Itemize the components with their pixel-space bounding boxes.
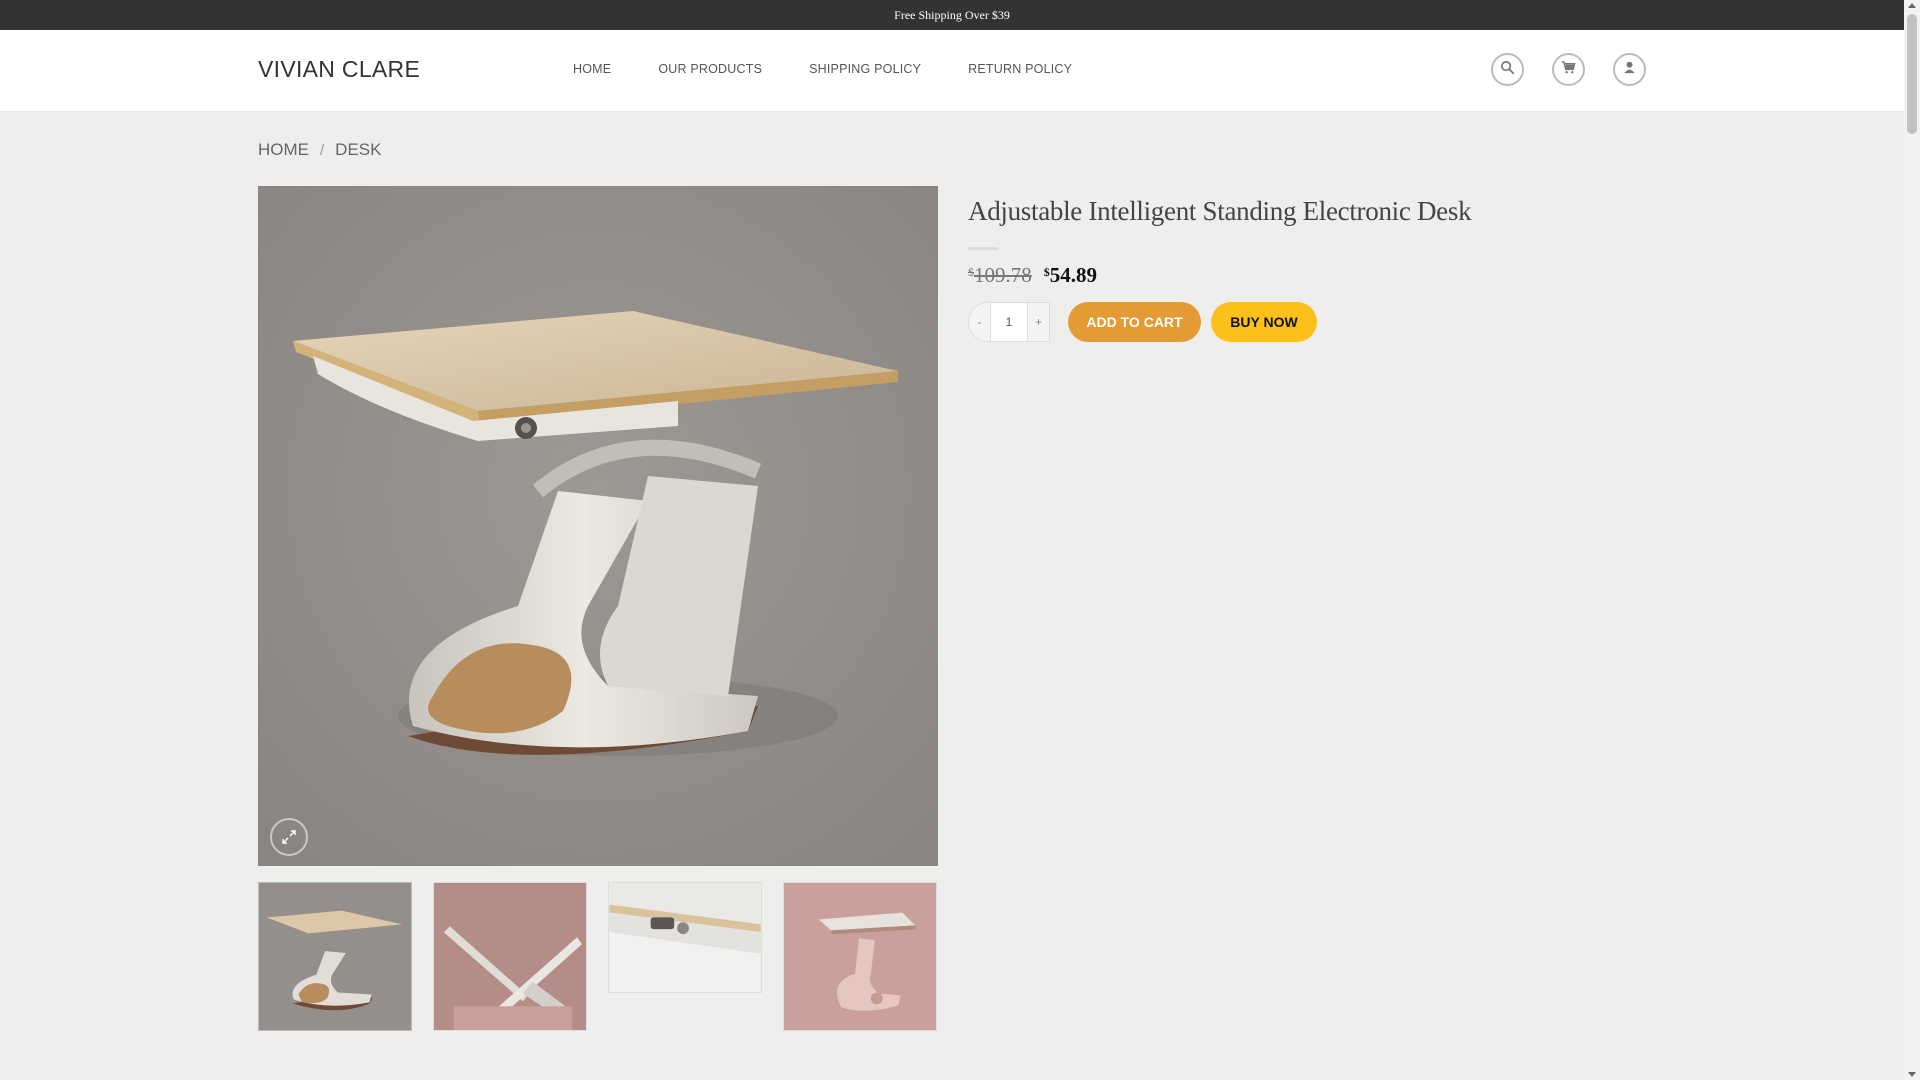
nav-item-return-policy[interactable]: RETURN POLICY: [968, 62, 1072, 76]
original-price: $ 109.78: [968, 263, 1032, 288]
product-main-image[interactable]: [258, 186, 938, 866]
thumbnail-gallery: [258, 882, 938, 1031]
zoom-button[interactable]: [270, 818, 308, 856]
nav-item-home[interactable]: HOME: [573, 62, 611, 76]
scrollbar-thumb[interactable]: [1907, 14, 1917, 134]
nav-item-shipping-policy[interactable]: SHIPPING POLICY: [809, 62, 921, 76]
main-nav: HOME OUR PRODUCTS SHIPPING POLICY RETURN…: [573, 62, 1072, 76]
breadcrumb-home[interactable]: HOME: [258, 140, 309, 160]
sale-price: $ 54.89: [1044, 263, 1097, 288]
thumbnail-desk-pink[interactable]: [783, 882, 937, 1031]
quantity-decrease-button[interactable]: -: [969, 303, 990, 341]
breadcrumb-desk[interactable]: DESK: [335, 140, 381, 160]
quantity-increase-button[interactable]: +: [1028, 303, 1049, 341]
nav-item-our-products[interactable]: OUR PRODUCTS: [658, 62, 762, 76]
page-scrollbar[interactable]: [1904, 0, 1920, 1080]
product-title: Adjustable Intelligent Standing Electron…: [968, 196, 1472, 226]
site-header: VIVIAN CLARE HOME OUR PRODUCTS SHIPPING …: [0, 30, 1904, 112]
user-icon: [1622, 60, 1637, 80]
promo-bar: Free Shipping Over $39: [0, 0, 1904, 30]
thumbnail-desk-tilted[interactable]: [433, 882, 587, 1031]
original-price-value: 109.78: [974, 263, 1032, 287]
quantity-input[interactable]: [990, 303, 1028, 341]
header-actions: [1491, 53, 1646, 86]
scroll-down-arrow-icon[interactable]: [1908, 1072, 1916, 1077]
expand-icon: [280, 828, 298, 846]
title-divider: [968, 247, 998, 250]
breadcrumb-separator: /: [320, 141, 325, 159]
add-to-cart-button[interactable]: ADD TO CART: [1068, 302, 1201, 342]
cart-icon: [1561, 60, 1576, 80]
search-button[interactable]: [1491, 53, 1524, 86]
account-button[interactable]: [1613, 53, 1646, 86]
thumbnail-desk-detail[interactable]: [608, 882, 762, 993]
sale-price-value: 54.89: [1049, 263, 1097, 287]
product-price: $ 109.78 $ 54.89: [968, 263, 1097, 288]
thumbnail-desk-front[interactable]: [258, 882, 412, 1031]
quantity-stepper: - +: [968, 302, 1050, 342]
promo-text: Free Shipping Over $39: [894, 7, 1010, 22]
scroll-up-arrow-icon[interactable]: [1908, 3, 1916, 8]
breadcrumb: HOME / DESK: [258, 140, 381, 160]
cart-button[interactable]: [1552, 53, 1585, 86]
buy-now-button[interactable]: BUY NOW: [1211, 302, 1317, 342]
site-logo[interactable]: VIVIAN CLARE: [258, 56, 420, 83]
search-icon: [1500, 60, 1515, 80]
